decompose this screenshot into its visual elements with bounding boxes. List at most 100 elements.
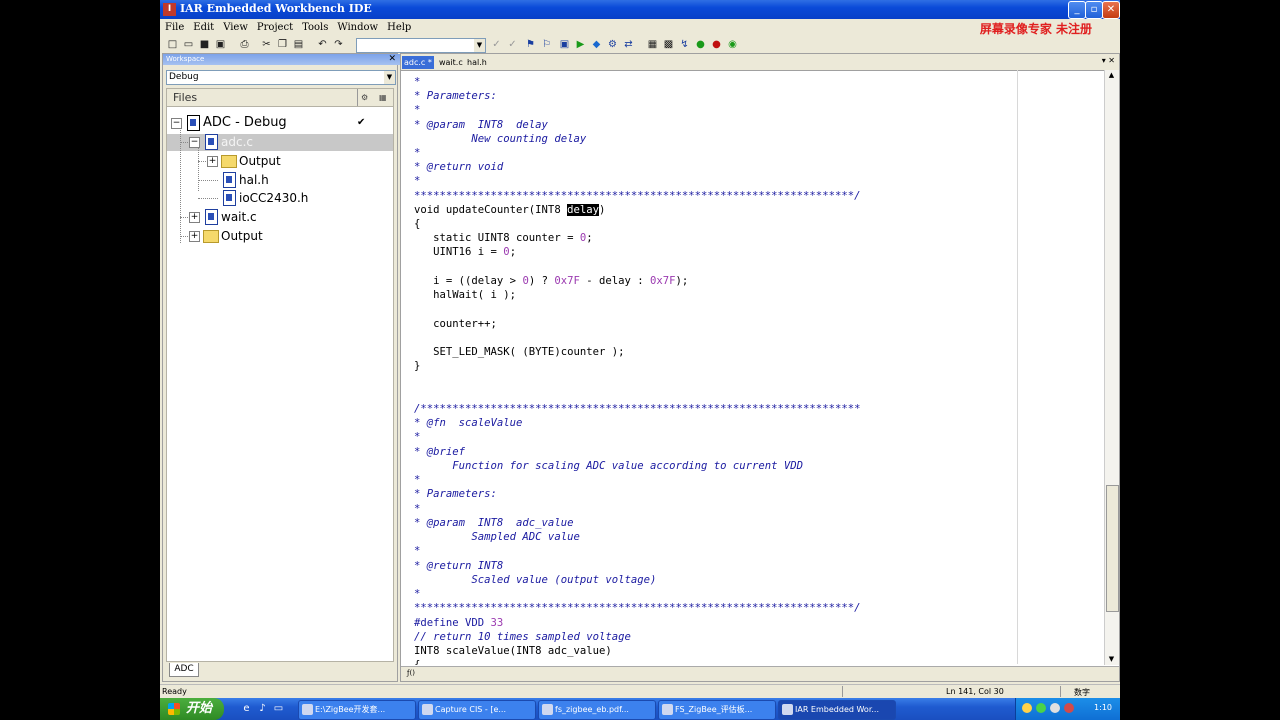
expand-icon[interactable]: + [189,231,200,242]
tree-line [198,161,206,162]
tray-icon[interactable] [1064,703,1074,713]
chevron-down-icon[interactable]: ▼ [384,71,395,84]
save-icon[interactable]: ■ [198,38,211,51]
tray-icon[interactable] [1022,703,1032,713]
task-capture[interactable]: Capture CIS - [e... [418,700,536,720]
build-column-icon[interactable]: ▦ [379,89,387,106]
code-text: ) [598,204,606,216]
column-divider[interactable] [357,89,358,106]
close-workspace-icon[interactable]: ✕ [388,54,396,65]
menu-project[interactable]: Project [253,19,297,37]
file-name: ioCC2430.h [239,191,309,205]
copy-icon[interactable]: ❐ [276,38,289,51]
code-line: ****************************************… [414,190,861,202]
compile-icon[interactable]: ▣ [558,38,571,51]
workspace-title: Workspace ✕ [163,54,400,65]
menu-tools[interactable]: Tools [298,19,332,37]
code-text: ) ? [528,275,555,287]
folder-icon [302,704,313,715]
pdf-icon [662,704,673,715]
code-line: * @param INT8 delay [414,119,548,131]
toggle-bookmark-icon[interactable]: ⚑ [524,38,537,51]
download-debug-icon[interactable]: ◉ [726,38,739,51]
code-line: * @return INT8 [414,560,504,572]
debug-icon[interactable]: ⚙ [606,38,619,51]
expand-icon[interactable]: + [189,212,200,223]
menu-view[interactable]: View [219,19,252,37]
code-area[interactable]: * * Parameters: * * @param INT8 delay Ne… [414,75,1014,665]
new-file-icon[interactable]: □ [166,38,179,51]
options-column-icon[interactable]: ⚙ [361,89,368,106]
editor-tab-controls[interactable]: ▾ ✕ [1102,56,1115,65]
breakpoint-icon[interactable]: ● [710,38,723,51]
tab-hal-h[interactable]: hal.h [465,56,489,69]
media-icon[interactable]: ♪ [256,702,269,715]
next-bookmark-icon[interactable]: ⚐ [540,38,553,51]
task-label: FS_ZigBee_评估板... [675,705,753,714]
task-pdf2[interactable]: FS_ZigBee_评估板... [658,700,776,720]
find-prev-icon[interactable]: ✓ [506,38,519,51]
go-to-icon[interactable]: ⇄ [622,38,635,51]
tray-icon[interactable] [1050,703,1060,713]
run-icon[interactable]: ● [694,38,707,51]
project-icon [187,115,200,131]
function-list-icon[interactable]: ƒ() [401,667,421,680]
ie-icon[interactable]: e [240,702,253,715]
minimize-button[interactable]: _ [1068,1,1086,19]
menu-file[interactable]: File [161,19,188,37]
configuration-value: Debug [169,72,199,82]
cut-icon[interactable]: ✂ [260,38,273,51]
print-icon[interactable]: ⎙ [238,38,251,51]
tree-line [180,217,188,218]
breakpoint-list-icon[interactable]: ▩ [662,38,675,51]
vertical-scrollbar[interactable]: ▲ ▼ [1104,70,1119,665]
editor-window: adc.c * wait.c hal.h ▾ ✕ * * Parameters:… [400,53,1120,682]
code-line: * [414,147,421,159]
maximize-button[interactable]: ▫ [1085,1,1103,19]
clock: 1:10 [1094,703,1112,712]
paste-icon[interactable]: ▤ [292,38,305,51]
code-line: i = ((delay > 0) ? 0x7F - delay : 0x7F); [414,274,688,288]
undo-icon[interactable]: ↶ [316,38,329,51]
make-icon[interactable]: ▶ [574,38,587,51]
close-button[interactable]: ✕ [1102,1,1120,19]
configuration-select[interactable]: Debug ▼ [166,70,396,85]
menu-window[interactable]: Window [333,19,382,37]
number-literal: 0x7F [650,275,676,287]
horizontal-scrollbar[interactable]: ƒ() [401,666,1119,681]
browse-icon[interactable]: ▦ [646,38,659,51]
find-next-icon[interactable]: ✓ [490,38,503,51]
workspace-tabs: ADC [166,663,392,677]
step-icon[interactable]: ↯ [678,38,691,51]
task-explorer[interactable]: E:\ZigBee开发套... [298,700,416,720]
code-line: * Parameters: [414,488,497,500]
task-pdf[interactable]: fs_zigbee_eb.pdf... [538,700,656,720]
save-all-icon[interactable]: ▣ [214,38,227,51]
collapse-icon[interactable]: − [189,137,200,148]
checkmark-icon: ✔ [357,117,366,128]
start-button[interactable]: 开始 [160,698,224,720]
collapse-icon[interactable]: − [171,118,182,129]
c-file-icon [205,209,218,225]
tree-line [180,142,188,143]
scroll-down-icon[interactable]: ▼ [1106,654,1117,665]
code-line: * Parameters: [414,90,497,102]
tray-icon[interactable] [1036,703,1046,713]
tab-adc[interactable]: ADC [169,663,199,677]
menu-edit[interactable]: Edit [189,19,218,37]
task-iar[interactable]: IAR Embedded Wor... [778,700,896,720]
stop-build-icon[interactable]: ◆ [590,38,603,51]
menu-help[interactable]: Help [383,19,415,37]
scroll-up-icon[interactable]: ▲ [1106,70,1117,81]
tab-wait-c[interactable]: wait.c [437,56,465,69]
scrollbar-thumb[interactable] [1106,485,1119,612]
find-combobox[interactable]: ▼ [356,38,486,53]
tab-adc-c[interactable]: adc.c * [402,56,434,69]
open-file-icon[interactable]: ▭ [182,38,195,51]
expand-icon[interactable]: + [207,156,218,167]
chevron-down-icon[interactable]: ▼ [474,39,485,52]
h-file-icon [223,172,236,188]
tree-node-project[interactable]: − ADC - Debug ✔ [167,114,393,132]
redo-icon[interactable]: ↷ [332,38,345,51]
desktop-icon[interactable]: ▭ [272,702,285,715]
